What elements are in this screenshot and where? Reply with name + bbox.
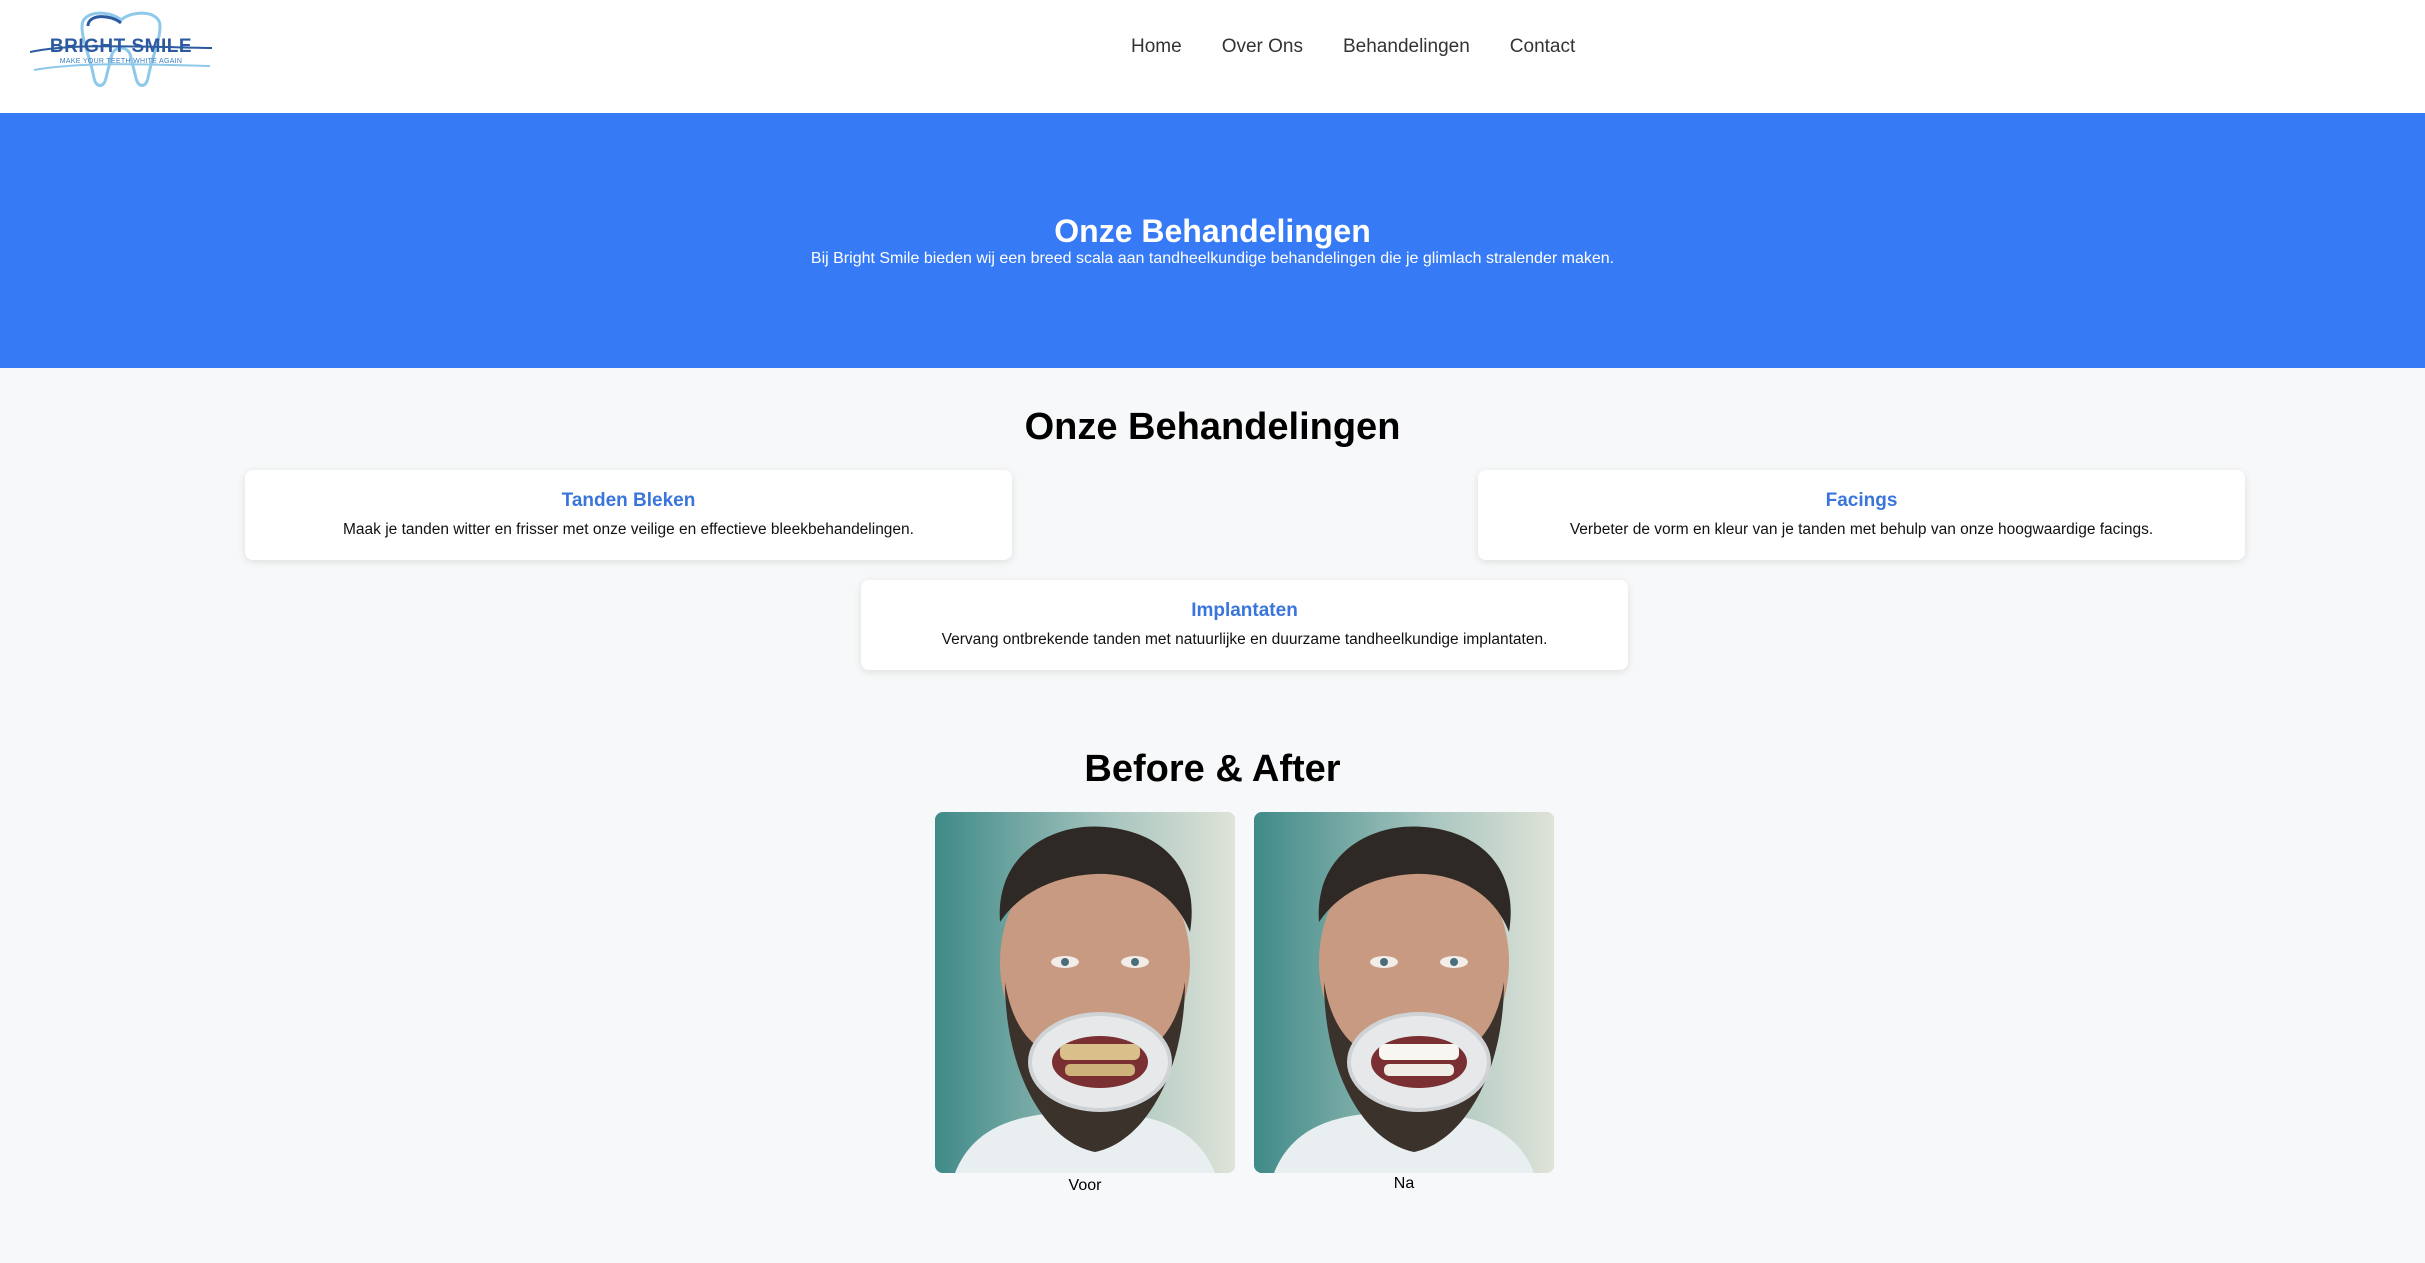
site-header: BRIGHT SMILE MAKE YOUR TEETH WHITE AGAIN… (0, 0, 2425, 113)
after-caption: Na (1393, 1175, 1415, 1192)
hero-banner: Onze Behandelingen Bij Bright Smile bied… (0, 113, 2425, 368)
nav-home[interactable]: Home (1131, 36, 1182, 58)
treatment-card-facings[interactable]: Facings Verbeter de vorm en kleur van je… (1478, 470, 2245, 560)
treatment-card-tanden-bleken[interactable]: Tanden Bleken Maak je tanden witter en f… (245, 470, 1012, 560)
logo-tagline: MAKE YOUR TEETH WHITE AGAIN (59, 58, 183, 65)
treatment-title: Implantaten (1191, 600, 1298, 621)
bright-smile-logo[interactable]: BRIGHT SMILE MAKE YOUR TEETH WHITE AGAIN (30, 8, 212, 92)
treatment-description: Maak je tanden witter en frisser met onz… (343, 521, 914, 538)
after-photo (1254, 812, 1554, 1173)
before-caption: Voor (1068, 1177, 1102, 1194)
hero-title: Onze Behandelingen (1054, 213, 1371, 249)
treatment-description: Vervang ontbrekende tanden met natuurlij… (941, 631, 1548, 648)
nav-behandelingen[interactable]: Behandelingen (1343, 36, 1470, 58)
treatment-title: Tanden Bleken (561, 490, 696, 511)
nav-contact[interactable]: Contact (1510, 36, 1575, 58)
before-photo (935, 812, 1235, 1173)
main-nav: Home Over Ons Behandelingen Contact (1131, 36, 1615, 58)
before-after-heading: Before & After (1084, 748, 1341, 790)
logo-brand-name: BRIGHT SMILE (49, 36, 193, 57)
treatment-description: Verbeter de vorm en kleur van je tanden … (1569, 521, 2154, 538)
treatments-heading: Onze Behandelingen (1024, 406, 1401, 448)
nav-over-ons[interactable]: Over Ons (1222, 36, 1303, 58)
treatment-title: Facings (1825, 490, 1898, 511)
treatment-card-implantaten[interactable]: Implantaten Vervang ontbrekende tanden m… (861, 580, 1628, 670)
hero-subtitle: Bij Bright Smile bieden wij een breed sc… (810, 250, 1615, 267)
